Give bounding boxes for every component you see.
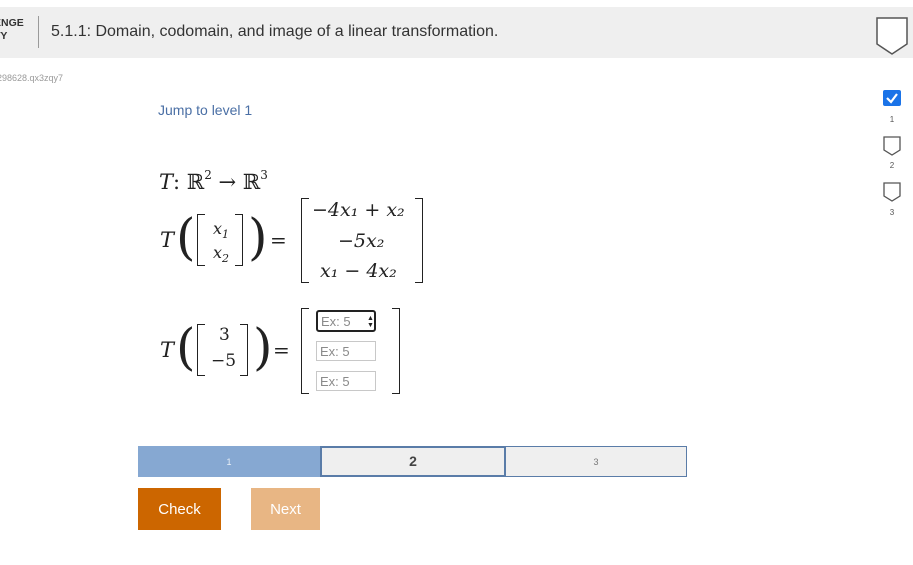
level-progress-bar: 1 2 3 <box>138 446 687 477</box>
input-bracket-left <box>197 214 205 266</box>
domain-text: : ℝ <box>173 170 205 194</box>
challenge-tag-line2: TY <box>0 30 8 42</box>
specific-input-2: −5 <box>211 351 237 371</box>
output-row-3: x₁ − 4x₂ <box>320 260 397 282</box>
level-1-complete-checkbox-icon[interactable] <box>883 90 901 106</box>
check-button[interactable]: Check <box>138 488 221 530</box>
left-paren: ( <box>176 208 196 266</box>
output-bracket-right <box>415 198 423 283</box>
specific-T-symbol: T <box>160 338 175 362</box>
input-x2: x2 <box>213 243 230 266</box>
activity-id: 298628.qx3zqy7 <box>0 73 64 83</box>
completion-shield-icon <box>876 17 908 55</box>
transformation-signature: T: ℝ2 → ℝ3 <box>159 168 268 194</box>
transformation-symbol: T <box>159 170 174 194</box>
answer-input-2[interactable] <box>316 341 376 361</box>
specific-right-paren: ) <box>253 318 273 376</box>
level-marker-1-label: 1 <box>889 115 895 124</box>
level-2-shield-icon[interactable] <box>883 136 901 156</box>
codomain-exponent: 3 <box>260 168 268 182</box>
next-button[interactable]: Next <box>251 488 320 530</box>
level-marker-2-label: 2 <box>889 161 895 170</box>
answer-input-3[interactable] <box>316 371 376 391</box>
challenge-tag-line1: ENGE <box>0 17 24 29</box>
level-marker-3-label: 3 <box>889 208 895 217</box>
level-tab-2[interactable]: 2 <box>320 446 506 477</box>
specific-bracket-right <box>240 324 248 376</box>
output-row-1: −4x₁ + x₂ <box>312 199 405 221</box>
level-3-shield-icon[interactable] <box>883 182 901 202</box>
page-title: 5.1.1: Domain, codomain, and image of a … <box>51 23 499 40</box>
header-bar: ENGE TY 5.1.1: Domain, codomain, and ima… <box>0 7 913 58</box>
equals-sign: = <box>270 228 287 252</box>
level-tab-3[interactable]: 3 <box>506 446 687 477</box>
level-tab-1[interactable]: 1 <box>138 446 320 477</box>
formula-T-symbol: T <box>160 228 175 252</box>
input-x1: x1 <box>213 219 230 242</box>
specific-equals-sign: = <box>273 338 290 362</box>
output-bracket-left <box>301 198 309 283</box>
input-bracket-right <box>235 214 243 266</box>
right-paren: ) <box>248 208 268 266</box>
domain-exponent: 2 <box>204 168 212 182</box>
jump-to-level-link[interactable]: Jump to level 1 <box>158 102 252 118</box>
answer-bracket-left <box>301 308 309 394</box>
specific-bracket-left <box>197 324 205 376</box>
answer-bracket-right <box>392 308 400 394</box>
header-divider <box>38 16 39 48</box>
codomain-text: → ℝ <box>211 170 261 194</box>
output-row-2: −5x₂ <box>338 230 385 252</box>
number-spinner-icon[interactable]: ▲ ▼ <box>366 315 375 329</box>
specific-left-paren: ( <box>176 318 196 376</box>
specific-input-1: 3 <box>219 325 230 345</box>
challenge-activity-tag: ENGE TY <box>0 17 34 43</box>
